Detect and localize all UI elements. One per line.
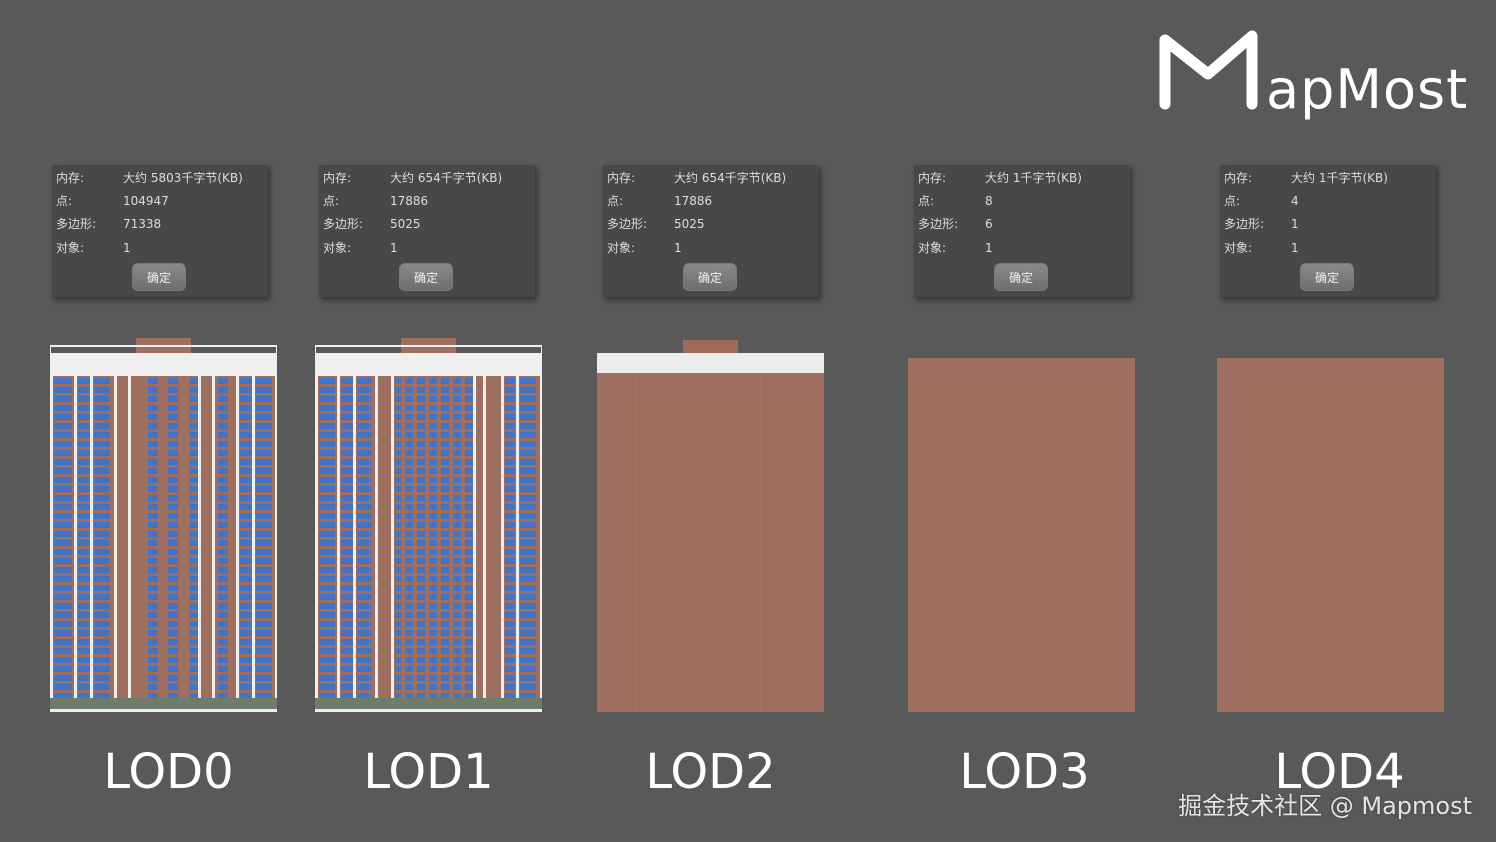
memory-row: 内存: 大约 1千字节(KB) — [1224, 171, 1388, 185]
objects-value: 1 — [985, 241, 993, 255]
polygons-row: 多边形: 5025 — [323, 217, 421, 231]
objects-row: 对象: 1 — [918, 241, 993, 255]
objects-row: 对象: 1 — [607, 241, 682, 255]
lod1-building-model — [315, 338, 542, 712]
memory-row: 内存: 大约 1千字节(KB) — [918, 171, 1082, 185]
lod0-ok-button[interactable]: 确定 — [132, 263, 186, 291]
points-value: 8 — [985, 194, 993, 208]
lod0-building-model — [50, 338, 277, 712]
points-row: 点: 17886 — [323, 194, 429, 208]
points-row: 点: 17886 — [607, 194, 713, 208]
building-mass — [597, 373, 824, 712]
lod3-building-model — [908, 358, 1135, 712]
memory-row: 内存: 大约 5803千字节(KB) — [56, 171, 243, 185]
memory-value: 大约 654千字节(KB) — [390, 171, 503, 185]
lod1-info-panel: 内存: 大约 654千字节(KB) 点: 17886 多边形: 5025 对象: 1 确… — [319, 165, 535, 297]
points-value: 4 — [1291, 194, 1299, 208]
lod0-info-panel: 内存: 大约 5803千字节(KB) 点: 104947 多边形: 71338 对象:… — [52, 165, 268, 297]
brand-name: apMost — [1266, 58, 1469, 121]
lod3-label: LOD3 — [959, 744, 1090, 800]
lod4-info-panel: 内存: 大约 1千字节(KB) 点: 4 多边形: 1 对象: 1 确定 — [1220, 165, 1436, 297]
memory-value: 大约 654千字节(KB) — [674, 171, 787, 185]
memory-value: 大约 1千字节(KB) — [1291, 171, 1388, 185]
mapmost-m-icon — [1159, 30, 1258, 110]
objects-value: 1 — [123, 241, 131, 255]
polygons-value: 71338 — [123, 217, 162, 231]
lod2-label: LOD2 — [645, 744, 776, 800]
points-row: 点: 4 — [1224, 194, 1299, 208]
roof-parapet — [597, 353, 824, 373]
lod4-building-model — [1217, 358, 1444, 712]
polygons-value: 5025 — [674, 217, 705, 231]
polygons-row: 多边形: 71338 — [56, 217, 162, 231]
watermark: 掘金技术社区 @ Mapmost — [1178, 792, 1472, 820]
points-value: 17886 — [390, 194, 429, 208]
objects-value: 1 — [1291, 241, 1299, 255]
objects-row: 对象: 1 — [1224, 241, 1299, 255]
lod2-info-panel: 内存: 大约 654千字节(KB) 点: 17886 多边形: 5025 对象: 1 确… — [603, 165, 819, 297]
polygons-value: 5025 — [390, 217, 421, 231]
points-value: 17886 — [674, 194, 713, 208]
lod0-label: LOD0 — [103, 744, 234, 800]
polygons-row: 多边形: 5025 — [607, 217, 705, 231]
polygons-row: 多边形: 1 — [1224, 217, 1299, 231]
lod3-info-panel: 内存: 大约 1千字节(KB) 点: 8 多边形: 6 对象: 1 确定 — [914, 165, 1130, 297]
memory-value: 大约 5803千字节(KB) — [123, 171, 243, 185]
lod3-ok-button[interactable]: 确定 — [994, 263, 1048, 291]
memory-value: 大约 1千字节(KB) — [985, 171, 1082, 185]
mapmost-logo: apMost — [1158, 28, 1478, 128]
lod2-building-model — [597, 340, 824, 712]
polygons-row: 多边形: 6 — [918, 217, 993, 231]
points-row: 点: 8 — [918, 194, 993, 208]
polygons-value: 6 — [985, 217, 993, 231]
objects-value: 1 — [390, 241, 398, 255]
lod1-ok-button[interactable]: 确定 — [399, 263, 453, 291]
lod1-label: LOD1 — [363, 744, 494, 800]
polygons-value: 1 — [1291, 217, 1299, 231]
objects-row: 对象: 1 — [56, 241, 131, 255]
lod4-ok-button[interactable]: 确定 — [1300, 263, 1354, 291]
objects-row: 对象: 1 — [323, 241, 398, 255]
objects-value: 1 — [674, 241, 682, 255]
points-row: 点: 104947 — [56, 194, 169, 208]
memory-row: 内存: 大约 654千字节(KB) — [323, 171, 503, 185]
lod2-ok-button[interactable]: 确定 — [683, 263, 737, 291]
points-value: 104947 — [123, 194, 169, 208]
memory-row: 内存: 大约 654千字节(KB) — [607, 171, 787, 185]
